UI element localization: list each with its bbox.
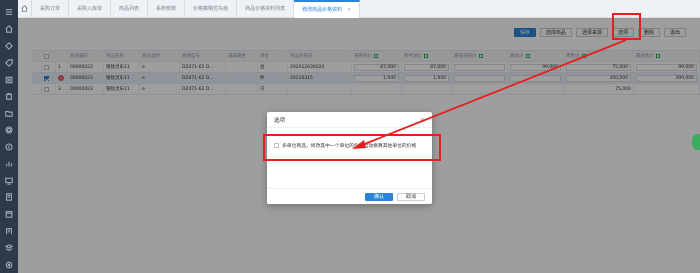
bag-icon[interactable] [5,92,14,101]
building-icon[interactable] [5,227,14,236]
tab-edit-price[interactable]: 修改商品价格资料 × [294,0,361,18]
home-icon [21,5,28,12]
dialog-footer: 确认 取消 [267,188,432,204]
confirm-button[interactable]: 确认 [365,192,393,201]
folder-icon[interactable] [5,109,14,118]
dialog-header: 选项 × [267,112,432,128]
gear-icon[interactable] [5,126,14,135]
floating-handle[interactable] [692,134,700,150]
cancel-button[interactable]: 取消 [397,192,425,201]
tab-bar: 采购订单 采购入库单 商品列表 系统参数 价格策略优先级 商品价格资料列表 修改… [18,0,700,18]
report-icon[interactable] [5,193,14,202]
tag-icon[interactable] [5,58,14,67]
home-icon[interactable] [5,25,14,34]
menu-icon[interactable] [5,8,14,17]
list-icon[interactable] [5,75,14,84]
tab-home[interactable] [18,0,32,18]
coin-icon[interactable] [5,143,14,152]
tab-purchase-receipt[interactable]: 采购入库单 [69,0,112,18]
chart-icon[interactable] [5,159,14,168]
close-icon[interactable]: × [347,7,351,13]
calendar-icon[interactable] [5,210,14,219]
tab-price-priority[interactable]: 价格策略优先级 [185,0,238,18]
tab-purchase-order[interactable]: 采购订单 [32,0,70,18]
tab-system-params[interactable]: 系统参数 [148,0,186,18]
diamond-icon[interactable] [5,42,14,51]
sidebar [0,0,18,273]
tab-price-list[interactable]: 商品价格资料列表 [237,0,295,18]
annotation-highlight-options [612,13,641,40]
settings-icon[interactable] [5,260,14,269]
close-icon[interactable]: × [419,116,425,124]
dialog-title: 选项 [274,117,286,124]
annotation-highlight-option [263,134,441,161]
layers-icon[interactable] [5,243,14,252]
monitor-icon[interactable] [5,176,14,185]
tab-goods-list[interactable]: 商品列表 [111,0,149,18]
